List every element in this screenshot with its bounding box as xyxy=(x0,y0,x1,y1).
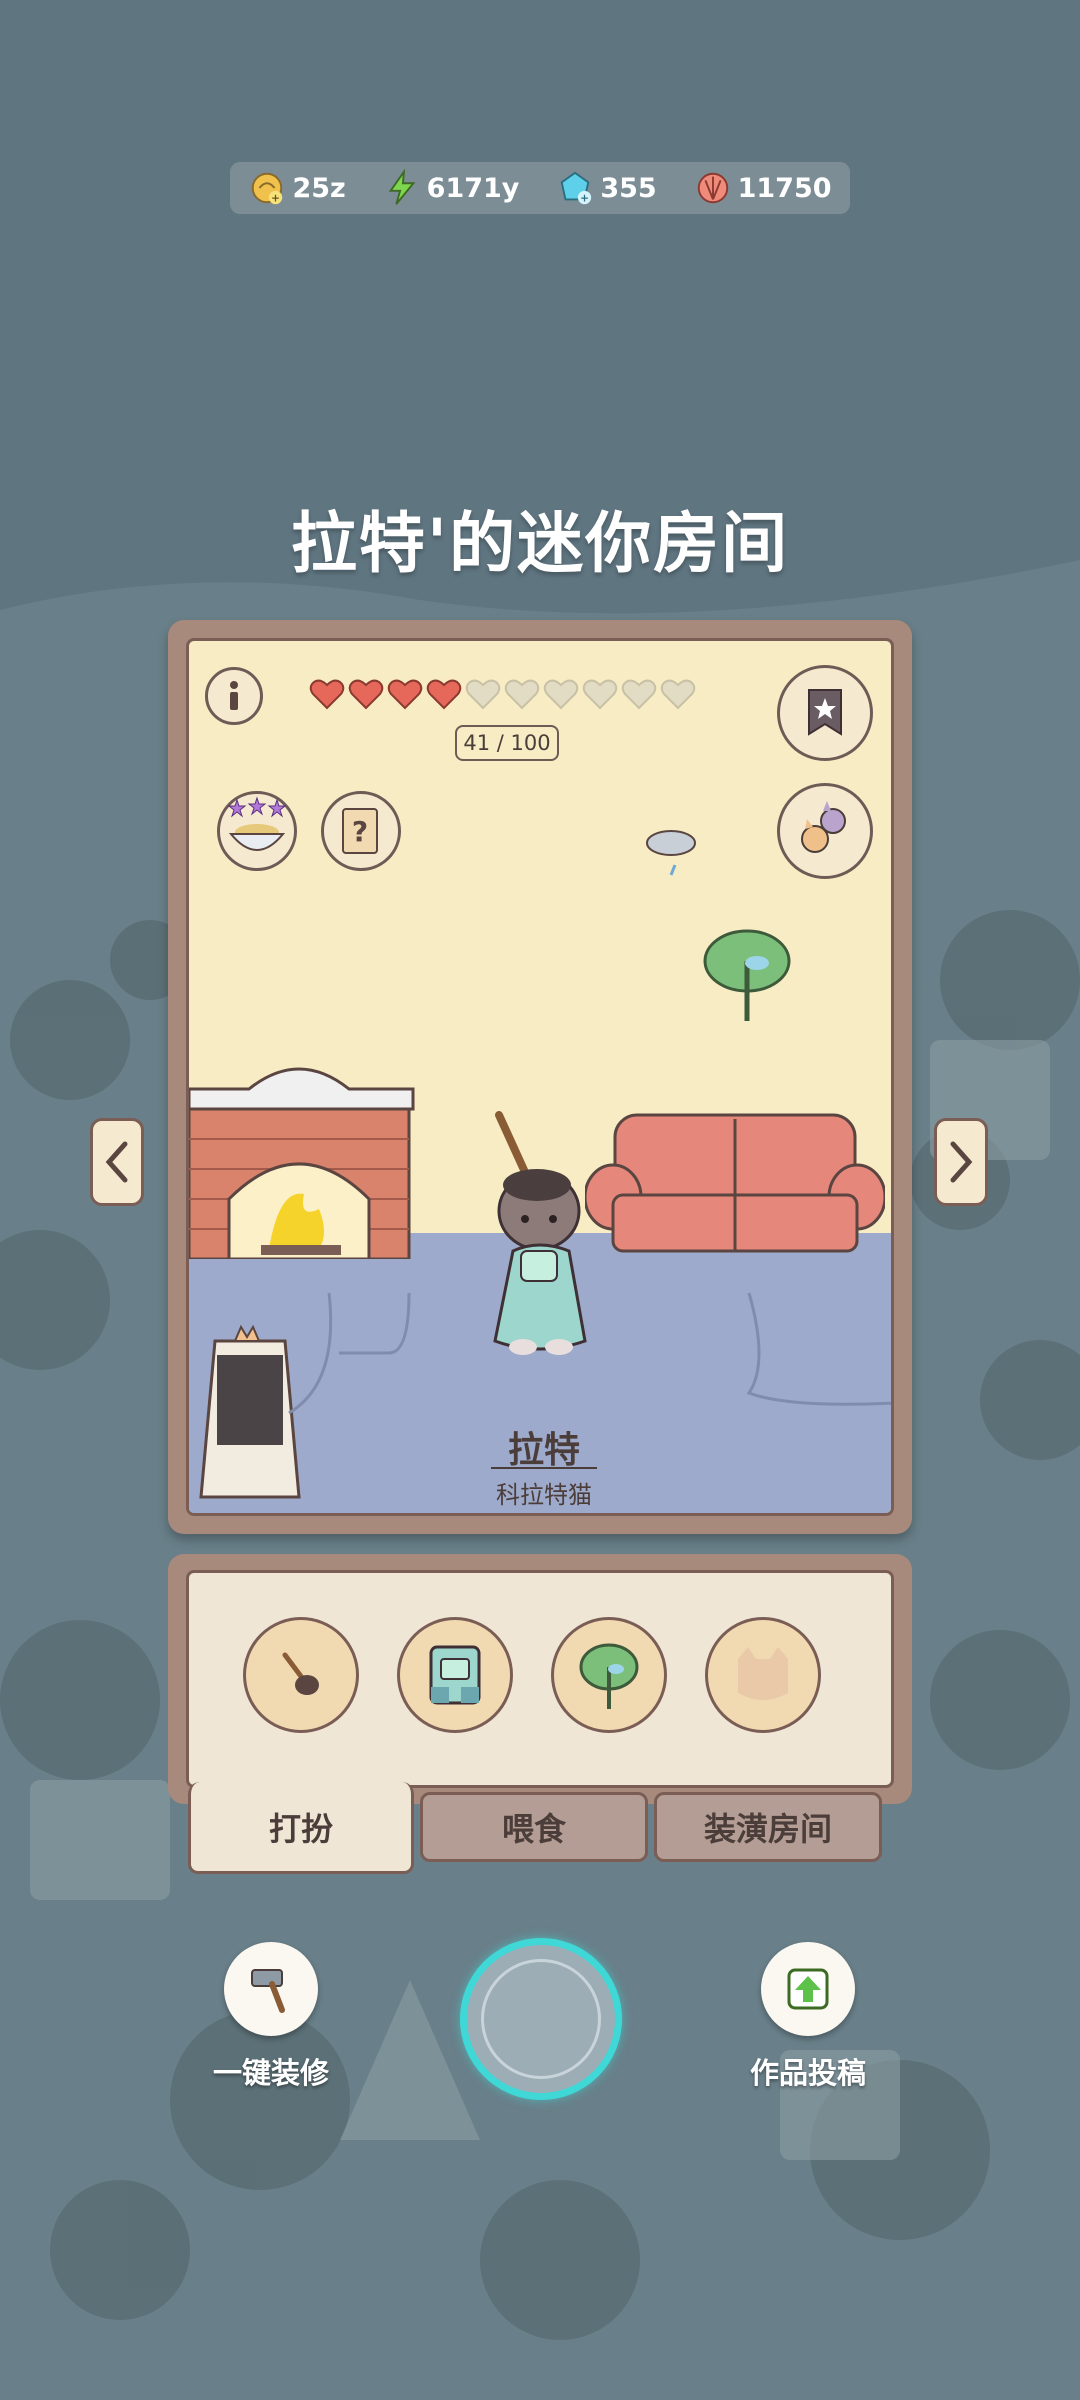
heart-full-icon xyxy=(387,679,423,710)
chevron-left-icon xyxy=(105,1141,128,1183)
tab-dress-up[interactable]: 打扮 xyxy=(188,1782,414,1874)
name-divider xyxy=(491,1467,597,1469)
lotus-leaf-fan xyxy=(703,929,791,1021)
heart-full-icon xyxy=(348,679,384,710)
upload-icon xyxy=(787,1968,829,2010)
submit-work-button[interactable] xyxy=(761,1942,855,2036)
one-click-decorate-button[interactable] xyxy=(224,1942,318,2036)
currency-coin[interactable]: + 25z xyxy=(248,169,346,207)
mystery-recipe-button[interactable]: ? xyxy=(321,791,401,871)
item-panel xyxy=(168,1554,912,1804)
overalls-icon xyxy=(429,1645,481,1705)
gem-icon: + xyxy=(560,171,592,204)
room-title: 拉特'的迷你房间 xyxy=(290,505,790,582)
submit-work-label: 作品投稿 xyxy=(749,2056,866,2090)
cat-friends-button[interactable] xyxy=(777,783,873,879)
affinity-hearts xyxy=(309,677,696,711)
heart-empty-icon xyxy=(465,679,501,710)
chevron-right-icon xyxy=(950,1141,973,1183)
question-note-icon: ? xyxy=(342,808,378,854)
heart-empty-icon xyxy=(621,679,657,710)
svg-text:+: + xyxy=(580,192,589,204)
character-name: 拉特 xyxy=(507,1430,580,1471)
tab-feed[interactable]: 喂食 xyxy=(420,1792,648,1862)
rain-cloud-icon xyxy=(646,830,696,876)
coin-value: 25z xyxy=(292,172,346,204)
hammer-icon xyxy=(251,1969,285,2013)
floor-tiles xyxy=(288,1292,891,1415)
info-button[interactable] xyxy=(205,667,263,725)
heart-full-icon xyxy=(426,679,462,710)
gem-value: 355 xyxy=(600,172,657,204)
heart-empty-icon xyxy=(543,679,579,710)
lotus-leaf-icon xyxy=(579,1643,639,1709)
item-slots xyxy=(186,1570,894,1788)
item-slot-locked[interactable] xyxy=(705,1617,821,1733)
next-room-button[interactable] xyxy=(934,1118,988,1206)
heart-empty-icon xyxy=(582,679,618,710)
shovel-icon xyxy=(282,1652,319,1695)
affinity-counter: 41 / 100 xyxy=(455,725,559,761)
svg-text:+: + xyxy=(272,192,281,204)
svg-text:?: ? xyxy=(352,815,368,848)
tab-decorate-room[interactable]: 装潢房间 xyxy=(654,1792,882,1862)
coin-icon: + xyxy=(252,172,283,204)
item-slot-shovel[interactable] xyxy=(243,1617,359,1733)
main-action-button[interactable] xyxy=(460,1938,622,2100)
shell-icon xyxy=(697,172,728,204)
item-slot-overalls[interactable] xyxy=(397,1617,513,1733)
cat-faces-icon xyxy=(801,801,846,853)
currency-energy[interactable]: 6171y xyxy=(383,169,520,207)
room-scene: 41 / 100 ? 拉特 科拉特猫 xyxy=(186,638,894,1516)
heart-empty-icon xyxy=(660,679,696,710)
info-icon xyxy=(230,681,238,710)
heart-full-icon xyxy=(309,679,345,710)
bookmark-star-icon xyxy=(808,689,842,736)
previous-room-button[interactable] xyxy=(90,1118,144,1206)
currency-gem[interactable]: + 355 xyxy=(556,169,657,207)
energy-bolt-icon xyxy=(388,169,416,205)
cat-silhouette-icon xyxy=(738,1647,788,1700)
bottom-tabs: 打扮 喂食 装潢房间 xyxy=(188,1782,900,1874)
fireplace xyxy=(189,1067,415,1259)
shell-value: 11750 xyxy=(737,172,832,204)
one-click-decorate-label: 一键装修 xyxy=(212,2056,329,2090)
heart-empty-icon xyxy=(504,679,540,710)
food-bowl-icon xyxy=(227,796,287,851)
energy-value: 6171y xyxy=(426,172,520,204)
currency-bar: + 25z 6171y + 355 11750 xyxy=(230,162,850,214)
bookmark-button[interactable] xyxy=(777,665,873,761)
currency-shell[interactable]: 11750 xyxy=(694,169,832,207)
item-slot-lotus-leaf[interactable] xyxy=(551,1617,667,1733)
room-card: 41 / 100 ? 拉特 科拉特猫 xyxy=(168,620,912,1534)
food-bowl-button[interactable] xyxy=(217,791,297,871)
character-breed: 科拉特猫 xyxy=(496,1481,592,1509)
